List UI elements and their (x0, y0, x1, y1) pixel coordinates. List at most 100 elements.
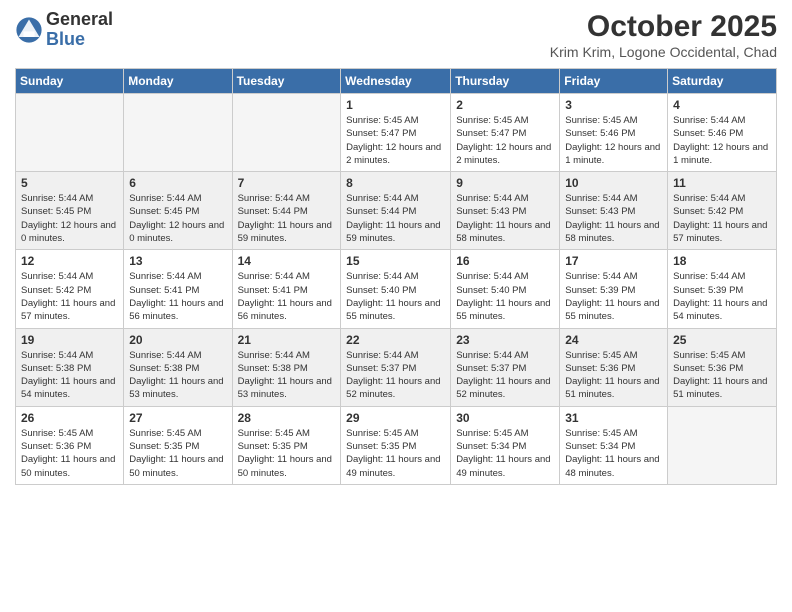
day-info: Sunrise: 5:45 AMSunset: 5:34 PMDaylight:… (565, 427, 662, 480)
calendar-cell-w1d6: 3 Sunrise: 5:45 AMSunset: 5:46 PMDaylight… (560, 94, 668, 172)
col-tuesday: Tuesday (232, 69, 341, 94)
day-number: 10 (565, 176, 662, 190)
col-friday: Friday (560, 69, 668, 94)
day-number: 21 (238, 333, 336, 347)
calendar-cell-w1d7: 4 Sunrise: 5:44 AMSunset: 5:46 PMDaylight… (668, 94, 777, 172)
calendar-week-2: 5 Sunrise: 5:44 AMSunset: 5:45 PMDaylight… (16, 172, 777, 250)
calendar-cell-w1d2 (124, 94, 232, 172)
calendar-week-1: 1 Sunrise: 5:45 AMSunset: 5:47 PMDaylight… (16, 94, 777, 172)
day-info: Sunrise: 5:44 AMSunset: 5:39 PMDaylight:… (565, 270, 662, 323)
day-info: Sunrise: 5:45 AMSunset: 5:36 PMDaylight:… (673, 349, 771, 402)
col-wednesday: Wednesday (341, 69, 451, 94)
day-info: Sunrise: 5:44 AMSunset: 5:41 PMDaylight:… (238, 270, 336, 323)
calendar-cell-w1d3 (232, 94, 341, 172)
calendar-cell-w5d3: 28 Sunrise: 5:45 AMSunset: 5:35 PMDayligh… (232, 406, 341, 484)
day-info: Sunrise: 5:45 AMSunset: 5:47 PMDaylight:… (456, 114, 554, 167)
calendar-cell-w1d4: 1 Sunrise: 5:45 AMSunset: 5:47 PMDaylight… (341, 94, 451, 172)
day-number: 22 (346, 333, 445, 347)
day-info: Sunrise: 5:45 AMSunset: 5:46 PMDaylight:… (565, 114, 662, 167)
calendar-cell-w3d7: 18 Sunrise: 5:44 AMSunset: 5:39 PMDayligh… (668, 250, 777, 328)
day-number: 1 (346, 98, 445, 112)
calendar-cell-w2d1: 5Sunrise: 5:44 AMSunset: 5:45 PMDaylight… (16, 172, 124, 250)
day-number: 15 (346, 254, 445, 268)
day-info: Sunrise: 5:44 AMSunset: 5:40 PMDaylight:… (456, 270, 554, 323)
day-number: 13 (129, 254, 226, 268)
calendar-cell-w2d7: 11 Sunrise: 5:44 AMSunset: 5:42 PMDayligh… (668, 172, 777, 250)
day-info: Sunrise: 5:45 AMSunset: 5:34 PMDaylight:… (456, 427, 554, 480)
calendar-cell-w4d6: 24 Sunrise: 5:45 AMSunset: 5:36 PMDayligh… (560, 328, 668, 406)
day-number: 16 (456, 254, 554, 268)
calendar-cell-w3d4: 15 Sunrise: 5:44 AMSunset: 5:40 PMDayligh… (341, 250, 451, 328)
col-saturday: Saturday (668, 69, 777, 94)
calendar-cell-w2d2: 6 Sunrise: 5:44 AMSunset: 5:45 PMDaylight… (124, 172, 232, 250)
day-info: Sunrise: 5:44 AMSunset: 5:42 PMDaylight:… (21, 270, 118, 323)
day-info: Sunrise: 5:44 AMSunset: 5:39 PMDaylight:… (673, 270, 771, 323)
day-info: Sunrise: 5:44 AMSunset: 5:38 PMDaylight:… (238, 349, 336, 402)
calendar-cell-w3d3: 14 Sunrise: 5:44 AMSunset: 5:41 PMDayligh… (232, 250, 341, 328)
day-info: Sunrise: 5:45 AMSunset: 5:36 PMDaylight:… (565, 349, 662, 402)
logo-general-text: General (46, 10, 113, 30)
day-number: 3 (565, 98, 662, 112)
day-info: Sunrise: 5:44 AMSunset: 5:46 PMDaylight:… (673, 114, 771, 167)
day-info: Sunrise: 5:45 AMSunset: 5:47 PMDaylight:… (346, 114, 445, 167)
day-number: 8 (346, 176, 445, 190)
calendar-cell-w5d6: 31 Sunrise: 5:45 AMSunset: 5:34 PMDayligh… (560, 406, 668, 484)
calendar-cell-w2d6: 10Sunrise: 5:44 AMSunset: 5:43 PMDayligh… (560, 172, 668, 250)
day-info: Sunrise: 5:44 AMSunset: 5:37 PMDaylight:… (346, 349, 445, 402)
calendar-cell-w2d5: 9 Sunrise: 5:44 AMSunset: 5:43 PMDaylight… (451, 172, 560, 250)
day-info: Sunrise: 5:44 AMSunset: 5:44 PMDaylight:… (238, 192, 336, 245)
day-number: 29 (346, 411, 445, 425)
day-info: Sunrise: 5:44 AMSunset: 5:44 PMDaylight:… (346, 192, 445, 245)
day-number: 28 (238, 411, 336, 425)
day-info: Sunrise: 5:45 AMSunset: 5:35 PMDaylight:… (238, 427, 336, 480)
calendar-cell-w5d7 (668, 406, 777, 484)
calendar-cell-w4d4: 22 Sunrise: 5:44 AMSunset: 5:37 PMDayligh… (341, 328, 451, 406)
calendar-cell-w4d2: 20Sunrise: 5:44 AMSunset: 5:38 PMDayligh… (124, 328, 232, 406)
calendar-week-4: 19 Sunrise: 5:44 AMSunset: 5:38 PMDayligh… (16, 328, 777, 406)
day-number: 19 (21, 333, 118, 347)
day-number: 17 (565, 254, 662, 268)
day-info: Sunrise: 5:44 AMSunset: 5:42 PMDaylight:… (673, 192, 771, 245)
logo-text: General Blue (46, 10, 113, 50)
calendar-cell-w2d3: 7 Sunrise: 5:44 AMSunset: 5:44 PMDaylight… (232, 172, 341, 250)
calendar-week-5: 26Sunrise: 5:45 AMSunset: 5:36 PMDayligh… (16, 406, 777, 484)
day-number: 24 (565, 333, 662, 347)
day-number: 23 (456, 333, 554, 347)
day-info: Sunrise: 5:45 AMSunset: 5:35 PMDaylight:… (346, 427, 445, 480)
calendar-cell-w5d1: 26Sunrise: 5:45 AMSunset: 5:36 PMDayligh… (16, 406, 124, 484)
day-number: 7 (238, 176, 336, 190)
calendar-cell-w4d1: 19Sunrise: 5:44 AMSunset: 5:38 PMDayligh… (16, 328, 124, 406)
title-block: October 2025 Krim Krim, Logone Occidenta… (550, 10, 777, 60)
calendar-cell-w5d4: 29 Sunrise: 5:45 AMSunset: 5:35 PMDayligh… (341, 406, 451, 484)
day-info: Sunrise: 5:44 AMSunset: 5:40 PMDaylight:… (346, 270, 445, 323)
day-number: 5 (21, 176, 118, 190)
calendar-cell-w3d2: 13Sunrise: 5:44 AMSunset: 5:41 PMDayligh… (124, 250, 232, 328)
day-info: Sunrise: 5:45 AMSunset: 5:36 PMDaylight:… (21, 427, 118, 480)
day-info: Sunrise: 5:45 AMSunset: 5:35 PMDaylight:… (129, 427, 226, 480)
calendar-cell-w5d2: 27 Sunrise: 5:45 AMSunset: 5:35 PMDayligh… (124, 406, 232, 484)
day-number: 6 (129, 176, 226, 190)
day-number: 31 (565, 411, 662, 425)
day-number: 25 (673, 333, 771, 347)
day-number: 27 (129, 411, 226, 425)
calendar-cell-w1d1 (16, 94, 124, 172)
header: General Blue October 2025 Krim Krim, Log… (15, 10, 777, 60)
day-number: 14 (238, 254, 336, 268)
calendar-header-row: Sunday Monday Tuesday Wednesday Thursday… (16, 69, 777, 94)
col-thursday: Thursday (451, 69, 560, 94)
month-year-title: October 2025 (550, 10, 777, 44)
day-number: 11 (673, 176, 771, 190)
day-number: 9 (456, 176, 554, 190)
day-number: 4 (673, 98, 771, 112)
calendar-week-3: 12Sunrise: 5:44 AMSunset: 5:42 PMDayligh… (16, 250, 777, 328)
calendar-cell-w4d3: 21 Sunrise: 5:44 AMSunset: 5:38 PMDayligh… (232, 328, 341, 406)
day-info: Sunrise: 5:44 AMSunset: 5:43 PMDaylight:… (456, 192, 554, 245)
day-info: Sunrise: 5:44 AMSunset: 5:45 PMDaylight:… (129, 192, 226, 245)
calendar-cell-w5d5: 30Sunrise: 5:45 AMSunset: 5:34 PMDayligh… (451, 406, 560, 484)
calendar-cell-w1d5: 2Sunrise: 5:45 AMSunset: 5:47 PMDaylight… (451, 94, 560, 172)
day-number: 18 (673, 254, 771, 268)
location-text: Krim Krim, Logone Occidental, Chad (550, 44, 777, 60)
calendar-cell-w3d5: 16 Sunrise: 5:44 AMSunset: 5:40 PMDayligh… (451, 250, 560, 328)
calendar-cell-w3d1: 12Sunrise: 5:44 AMSunset: 5:42 PMDayligh… (16, 250, 124, 328)
logo-blue-text: Blue (46, 30, 113, 50)
